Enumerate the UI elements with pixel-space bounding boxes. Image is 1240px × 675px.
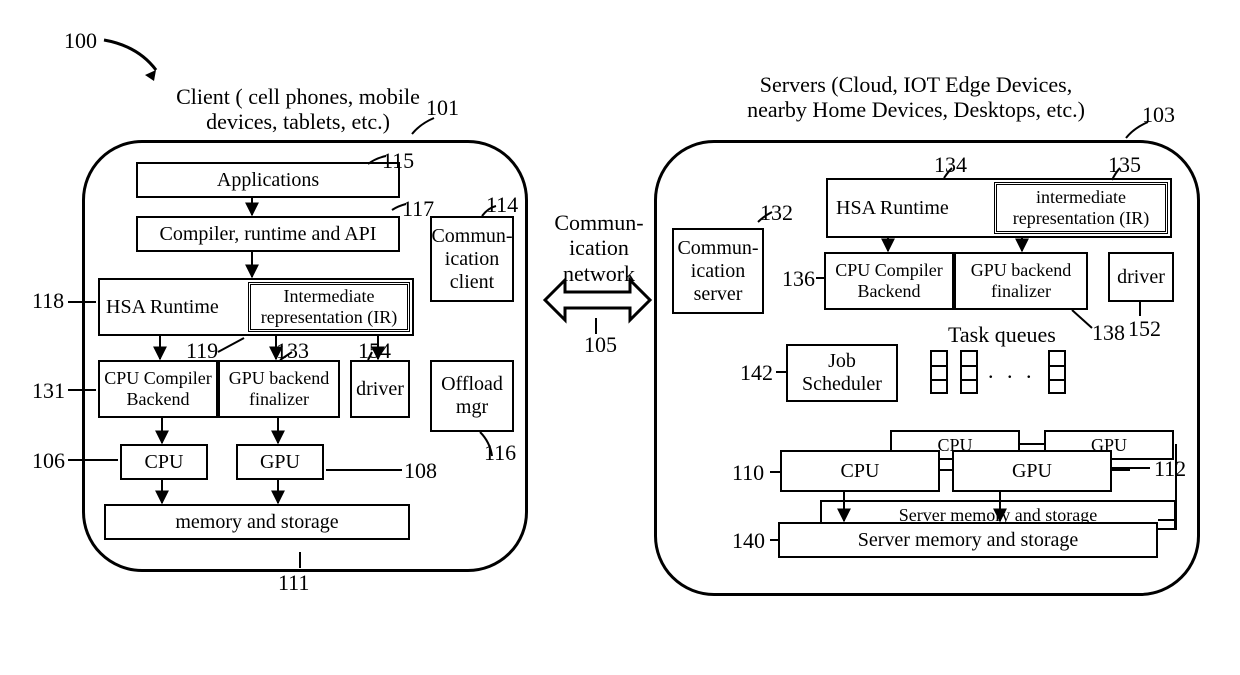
comm-client-ref: 114 [486, 192, 518, 218]
figure-ref: 100 [64, 28, 97, 54]
server-gpu-finalizer-ref: 138 [1092, 320, 1125, 346]
comm-server-ref: 132 [760, 200, 793, 226]
server-memory-ref: 140 [732, 528, 765, 554]
applications-ref: 115 [382, 148, 414, 174]
server-gpu-finalizer-box: GPU backendfinalizer [954, 252, 1088, 310]
server-hsa-ref: 134 [934, 152, 967, 178]
client-driver-ref: 154 [358, 338, 391, 364]
task-queues-label: Task queues [948, 322, 1056, 347]
client-hsa-runtime-label: HSA Runtime [106, 296, 219, 319]
server-ref: 103 [1142, 102, 1175, 128]
task-queue-1 [930, 350, 948, 394]
client-hsa-ref: 118 [32, 288, 64, 314]
server-memory-box: Server memory and storage [778, 522, 1158, 558]
client-gpu-finalizer-ref: 133 [276, 338, 309, 364]
applications-box: Applications [136, 162, 400, 198]
client-cpu-box: CPU [120, 444, 208, 480]
client-gpu-finalizer-box: GPU backendfinalizer [218, 360, 340, 418]
server-gpu-box: GPU [952, 450, 1112, 492]
offload-mgr-ref: 116 [484, 440, 516, 466]
client-ref: 101 [426, 95, 459, 121]
client-cpu-backend-box: CPU CompilerBackend [98, 360, 218, 418]
network-ref: 105 [584, 332, 617, 358]
offload-mgr-box: Offloadmgr [430, 360, 514, 432]
client-driver-box: driver [350, 360, 410, 418]
task-queue-2 [960, 350, 978, 394]
client-memory-ref: 111 [278, 570, 309, 596]
comm-client-box: Commun-icationclient [430, 216, 514, 302]
job-scheduler-box: JobScheduler [786, 344, 898, 402]
server-ir-box: intermediaterepresentation (IR) [994, 182, 1168, 234]
compiler-api-box: Compiler, runtime and API [136, 216, 400, 252]
server-gpu-ref: 112 [1154, 456, 1186, 482]
comm-server-box: Commun-icationserver [672, 228, 764, 314]
server-driver-ref: 152 [1128, 316, 1161, 342]
server-driver-box: driver [1108, 252, 1174, 302]
server-title: Servers (Cloud, IOT Edge Devices,nearby … [716, 72, 1116, 123]
client-memory-box: memory and storage [104, 504, 410, 540]
job-scheduler-ref: 142 [740, 360, 773, 386]
client-cpu-ref: 106 [32, 448, 65, 474]
server-cpu-backend-ref: 136 [782, 266, 815, 292]
server-cpu-backend-box: CPU CompilerBackend [824, 252, 954, 310]
client-title: Client ( cell phones, mobiledevices, tab… [168, 84, 428, 135]
network-label: Commun-icationnetwork [544, 210, 654, 286]
server-ir-ref: 135 [1108, 152, 1141, 178]
client-gpu-box: GPU [236, 444, 324, 480]
server-cpu-box: CPU [780, 450, 940, 492]
task-queue-ellipsis: . . . [988, 358, 1036, 384]
server-cpu-ref: 110 [732, 460, 764, 486]
task-queue-n [1048, 350, 1066, 394]
client-ir-box: Intermediaterepresentation (IR) [248, 282, 410, 332]
server-hsa-runtime-label: HSA Runtime [836, 197, 949, 220]
client-gpu-ref: 108 [404, 458, 437, 484]
client-cpu-backend-ref: 131 [32, 378, 65, 404]
